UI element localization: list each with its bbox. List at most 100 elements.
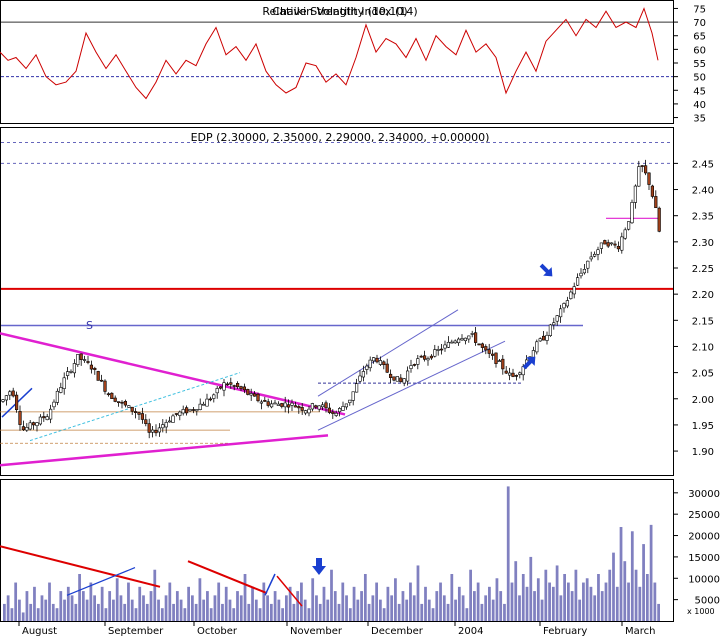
pattern-label: S [86, 319, 93, 332]
candle [15, 394, 19, 411]
candle [575, 277, 580, 286]
volume-bar [36, 608, 40, 621]
volume-bar [10, 608, 14, 621]
candle [507, 372, 512, 376]
volume-bar [397, 603, 401, 621]
candle [378, 360, 383, 365]
candle [453, 340, 457, 344]
volume-bar [394, 578, 397, 621]
candle [185, 407, 189, 414]
candle [371, 357, 376, 362]
volume-bar [356, 599, 360, 621]
candle [351, 391, 355, 401]
volume-bar [608, 569, 612, 621]
volume-bar [104, 608, 108, 621]
volume-bar [85, 599, 89, 621]
volume-bar [450, 574, 454, 621]
volume-bar [138, 586, 142, 621]
candle [205, 398, 209, 407]
candle [106, 393, 110, 396]
volume-tick-label: 15000 [688, 553, 720, 564]
volume-bar [285, 595, 288, 621]
rsi-tick-label: 40 [693, 100, 706, 111]
candle [514, 375, 518, 377]
candle [324, 402, 328, 409]
candle [293, 405, 298, 408]
volume-bar [461, 595, 465, 621]
volume-bar [273, 591, 277, 621]
candle [229, 382, 233, 385]
volume-bar [74, 603, 78, 621]
technical-chart: 75 70 65 60 55 50 45 40 35 2.45 2.40 2.35 2.30 2.25 2.… [0, 0, 720, 637]
volume-bar [179, 599, 183, 621]
volume-bar [160, 608, 164, 621]
volume-bar [142, 595, 145, 621]
candle [348, 399, 352, 404]
candle [120, 401, 124, 404]
candle [320, 404, 325, 408]
candle [72, 363, 76, 374]
rsi-tick-label: 50 [693, 73, 706, 84]
volume-bar [330, 569, 333, 621]
volume-bar [597, 574, 600, 621]
candle [55, 390, 59, 403]
rsi-tick-label: 35 [693, 114, 706, 125]
candle [140, 413, 145, 420]
candle [354, 383, 359, 393]
volume-bar [536, 578, 540, 621]
candle [480, 343, 485, 348]
price-tick-label: 2.20 [692, 290, 714, 301]
candle [463, 337, 468, 342]
volume-bar [224, 586, 228, 621]
volume-bar [59, 591, 63, 621]
volume-bar [518, 595, 521, 621]
volume-bar [318, 603, 322, 621]
candle [276, 403, 281, 406]
volume-bar [465, 608, 469, 621]
candle [246, 388, 250, 395]
candle [110, 392, 114, 399]
price-tick-label: 1.95 [692, 421, 714, 432]
volume-bar [431, 608, 435, 621]
candle [409, 365, 413, 369]
candle [222, 382, 226, 391]
price-tick-label: 2.25 [692, 264, 714, 275]
volume-bar [630, 531, 634, 621]
candle [242, 386, 247, 391]
volume-bar [97, 603, 100, 621]
candle [174, 413, 179, 415]
rsi-tick-label: 65 [693, 32, 706, 43]
volume-bar [168, 582, 172, 621]
chart-stage: 75 70 65 60 55 50 45 40 35 2.45 2.40 2.35 2.30 2.25 2.… [0, 0, 725, 637]
candle [28, 422, 32, 430]
volume-bar [149, 591, 153, 621]
volume-bar [51, 603, 55, 621]
candle [484, 346, 488, 351]
candle [487, 349, 491, 354]
volume-bar [183, 608, 187, 621]
volume-bar [600, 591, 604, 621]
candle [426, 358, 430, 361]
candle [168, 420, 172, 423]
volume-bar [217, 582, 221, 621]
candle [337, 408, 342, 413]
candle [433, 349, 437, 357]
volume-bar [548, 582, 551, 621]
candle [219, 386, 223, 389]
candle [344, 403, 349, 408]
candle [100, 379, 104, 382]
candle [269, 403, 274, 408]
volume-bar [40, 595, 44, 621]
candle [103, 380, 107, 392]
volume-bar [29, 603, 33, 621]
rsi-tick-label: 70 [693, 18, 706, 29]
volume-unit-label: x 1000 [687, 607, 715, 616]
volume-bar [236, 591, 239, 621]
candle [18, 411, 22, 425]
volume-bar [153, 569, 157, 621]
candle [123, 401, 127, 406]
candle [76, 354, 80, 365]
candle [256, 393, 260, 402]
volume-bar [311, 578, 315, 621]
candle [96, 371, 100, 381]
